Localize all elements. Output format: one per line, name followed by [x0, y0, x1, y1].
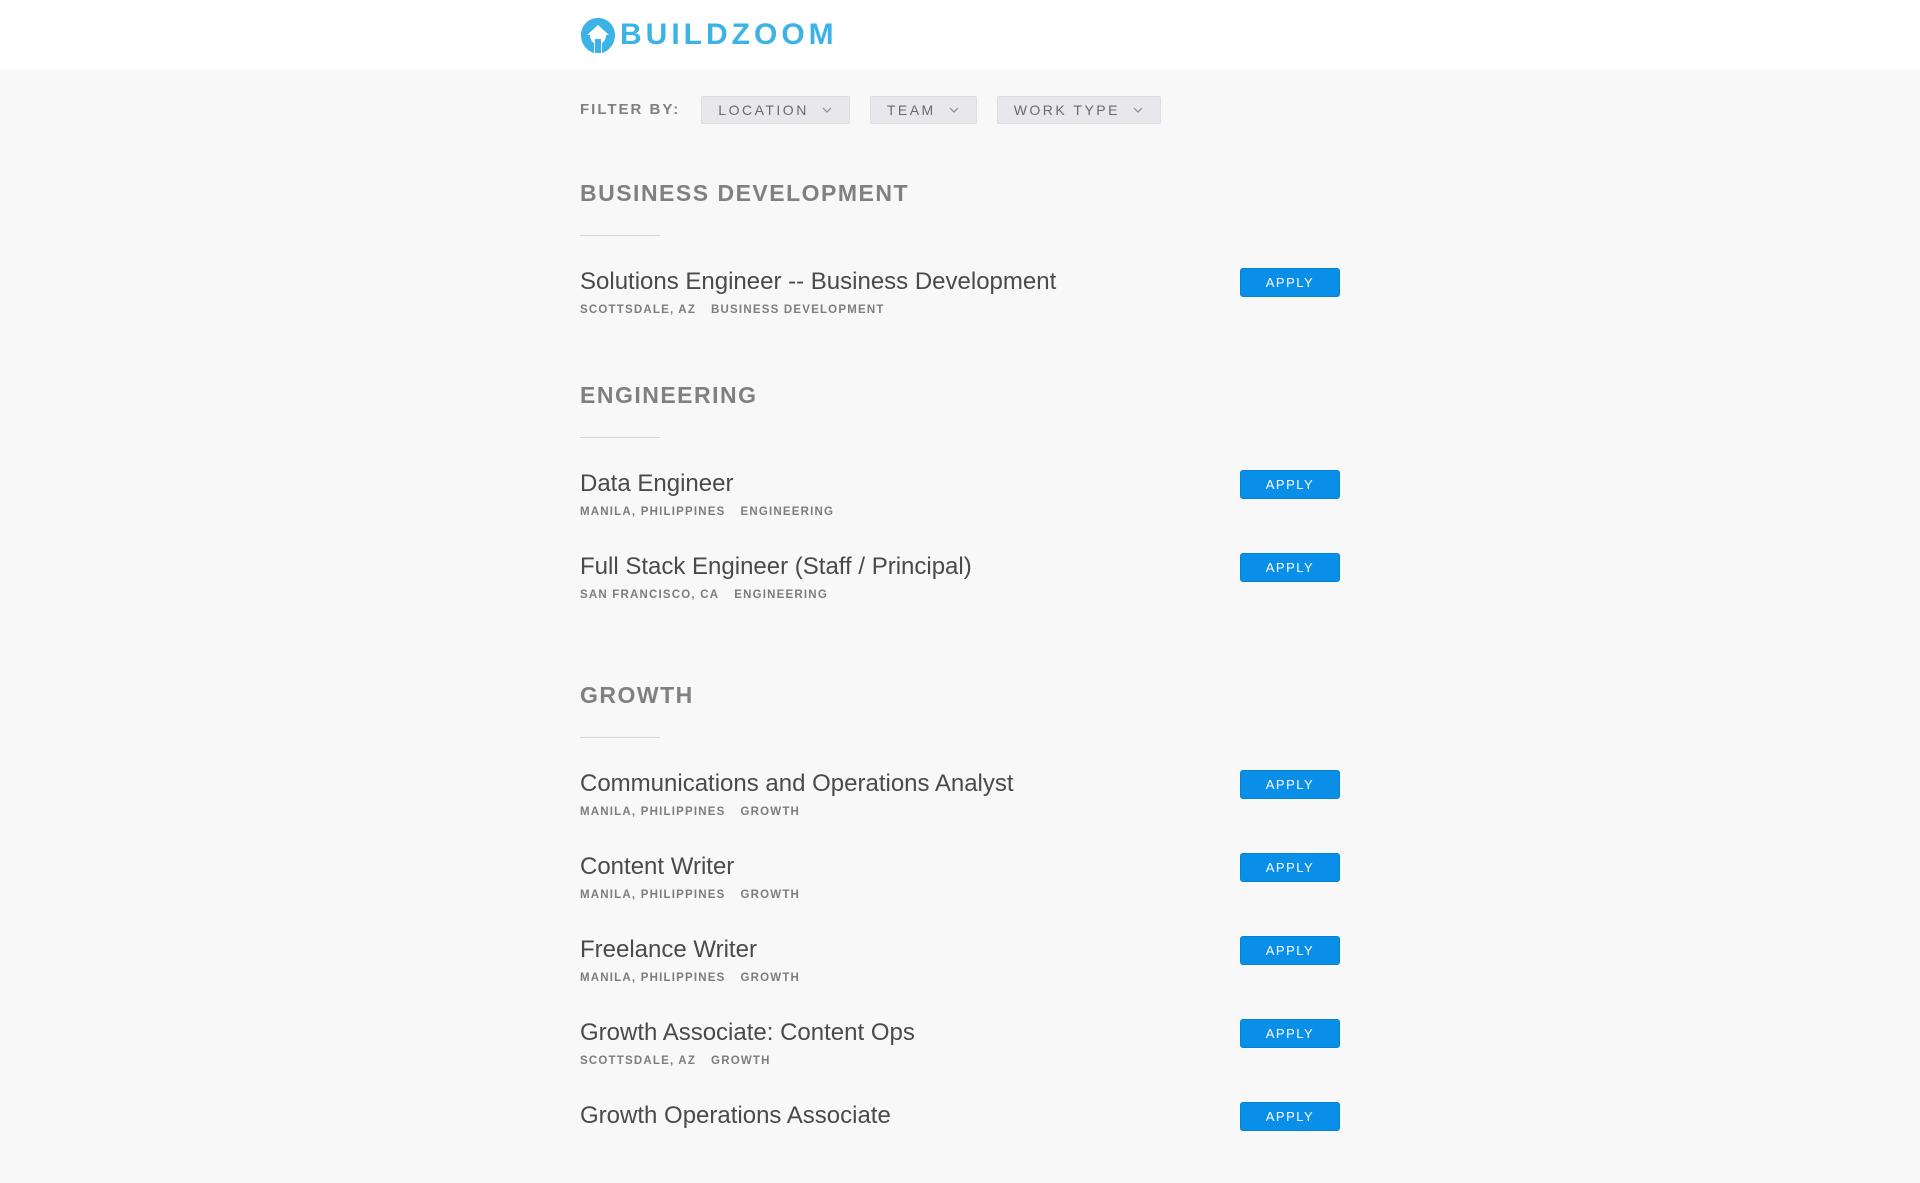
section-divider	[580, 437, 660, 438]
main-content: FILTER BY: LOCATION TEAM WORK TYPE BUSIN…	[580, 70, 1340, 1183]
apply-button[interactable]: APPLY	[1240, 853, 1340, 882]
job-team: ENGINEERING	[740, 506, 835, 518]
filter-location-label: LOCATION	[718, 102, 809, 118]
job-posting: Full Stack Engineer (Staff / Principal) …	[580, 551, 1340, 634]
site-header: BUILDZOOM	[0, 0, 1920, 70]
job-team: BUSINESS DEVELOPMENT	[711, 304, 885, 316]
filter-team-label: TEAM	[886, 102, 936, 118]
section-growth: GROWTH Communications and Operations Ana…	[580, 680, 1340, 1183]
section-business-development: BUSINESS DEVELOPMENT Solutions Engineer …	[580, 178, 1340, 349]
job-meta: SAN FRANCISCO, CA ENGINEERING	[580, 589, 1340, 601]
job-location: SCOTTSDALE, AZ	[580, 304, 697, 316]
buildzoom-logo-text: BUILDZOOM	[620, 18, 838, 51]
filter-team-dropdown[interactable]: TEAM	[869, 96, 977, 124]
job-location: SCOTTSDALE, AZ	[580, 1055, 697, 1067]
job-team: GROWTH	[711, 1055, 771, 1067]
section-divider	[580, 235, 660, 236]
job-title-link[interactable]: Data Engineer	[580, 468, 1340, 500]
job-team: ENGINEERING	[734, 589, 828, 601]
job-meta: SCOTTSDALE, AZ BUSINESS DEVELOPMENT	[580, 304, 1340, 316]
section-title: BUSINESS DEVELOPMENT	[580, 180, 910, 206]
filter-bar: FILTER BY: LOCATION TEAM WORK TYPE	[580, 70, 1340, 150]
job-posting: Solutions Engineer -- Business Developme…	[580, 266, 1340, 349]
chevron-down-icon	[1133, 107, 1143, 113]
apply-button[interactable]: APPLY	[1240, 268, 1340, 297]
job-posting: Growth Associate: Content Ops SCOTTSDALE…	[580, 1017, 1340, 1100]
job-title-link[interactable]: Full Stack Engineer (Staff / Principal)	[580, 551, 1340, 583]
job-title-link[interactable]: Growth Associate: Content Ops	[580, 1017, 1340, 1049]
job-location: MANILA, PHILIPPINES	[580, 972, 726, 984]
job-title-link[interactable]: Growth Operations Associate	[580, 1100, 1340, 1132]
job-posting: Growth Operations Associate APPLY	[580, 1100, 1340, 1183]
apply-button[interactable]: APPLY	[1240, 1019, 1340, 1048]
filter-location-dropdown[interactable]: LOCATION	[701, 96, 850, 124]
buildzoom-logo[interactable]: BUILDZOOM	[580, 16, 838, 54]
apply-button[interactable]: APPLY	[1240, 553, 1340, 582]
section-title: GROWTH	[580, 682, 694, 708]
apply-button[interactable]: APPLY	[1240, 470, 1340, 499]
apply-button[interactable]: APPLY	[1240, 770, 1340, 799]
chevron-down-icon	[822, 107, 832, 113]
job-posting: Communications and Operations Analyst MA…	[580, 768, 1340, 851]
job-location: MANILA, PHILIPPINES	[580, 889, 726, 901]
job-title-link[interactable]: Solutions Engineer -- Business Developme…	[580, 266, 1340, 298]
buildzoom-logo-icon	[581, 18, 615, 53]
job-location: MANILA, PHILIPPINES	[580, 806, 726, 818]
job-title-link[interactable]: Freelance Writer	[580, 934, 1340, 966]
job-title-link[interactable]: Communications and Operations Analyst	[580, 768, 1340, 800]
apply-button[interactable]: APPLY	[1240, 936, 1340, 965]
job-meta: MANILA, PHILIPPINES GROWTH	[580, 889, 1340, 901]
apply-button[interactable]: APPLY	[1240, 1102, 1340, 1131]
job-meta: MANILA, PHILIPPINES GROWTH	[580, 972, 1340, 984]
job-meta: MANILA, PHILIPPINES GROWTH	[580, 806, 1340, 818]
job-posting: Data Engineer MANILA, PHILIPPINES ENGINE…	[580, 468, 1340, 551]
job-title-link[interactable]: Content Writer	[580, 851, 1340, 883]
section-title: ENGINEERING	[580, 382, 758, 408]
job-posting: Content Writer MANILA, PHILIPPINES GROWT…	[580, 851, 1340, 934]
job-location: SAN FRANCISCO, CA	[580, 589, 720, 601]
section-divider	[580, 737, 660, 738]
chevron-down-icon	[949, 107, 959, 113]
job-posting: Freelance Writer MANILA, PHILIPPINES GRO…	[580, 934, 1340, 1017]
job-team: GROWTH	[740, 806, 801, 818]
job-team: GROWTH	[740, 972, 801, 984]
section-engineering: ENGINEERING Data Engineer MANILA, PHILIP…	[580, 380, 1340, 634]
job-meta: MANILA, PHILIPPINES ENGINEERING	[580, 506, 1340, 518]
filter-work-type-dropdown[interactable]: WORK TYPE	[996, 96, 1161, 124]
filter-work-type-label: WORK TYPE	[1013, 102, 1120, 118]
job-team: GROWTH	[740, 889, 801, 901]
job-location: MANILA, PHILIPPINES	[580, 506, 726, 518]
job-meta: SCOTTSDALE, AZ GROWTH	[580, 1055, 1340, 1067]
filter-label: FILTER BY:	[580, 100, 681, 118]
